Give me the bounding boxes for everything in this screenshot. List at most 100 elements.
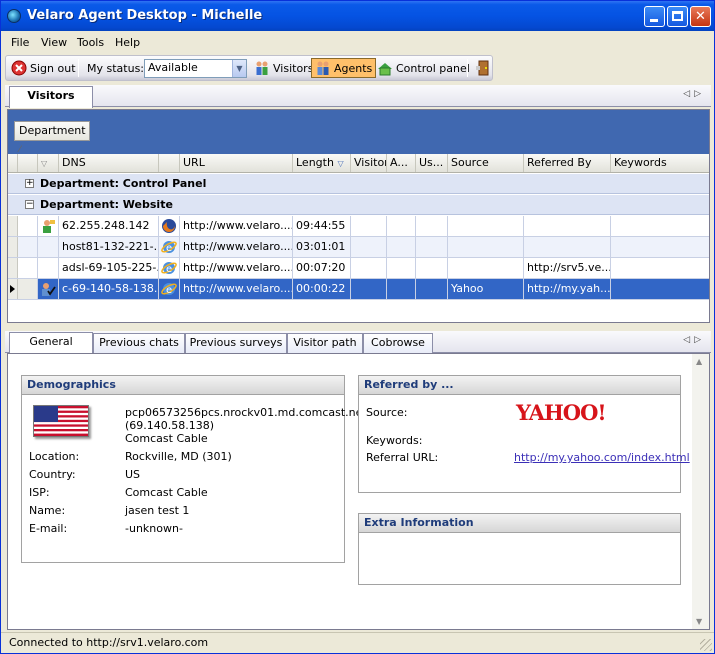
tab-scroll-arrows-icon[interactable]: ◁▷ (683, 335, 705, 345)
header-group-col (18, 154, 38, 172)
header-a[interactable]: A... (387, 154, 416, 172)
group-chip-department[interactable]: Department ⁄ (14, 121, 90, 155)
group-row-website[interactable]: − Department: Website (8, 195, 709, 215)
header-visitor[interactable]: Visitor (351, 154, 387, 172)
header-browser-col[interactable] (159, 154, 180, 172)
tab-scroll-arrows-icon[interactable]: ◁▷ (683, 89, 705, 99)
close-button[interactable]: ✕ (690, 6, 711, 27)
resize-grip-icon[interactable] (700, 639, 712, 651)
header-dns[interactable]: DNS (59, 154, 159, 172)
table-row-selected[interactable]: c-69-140-58-138.... e http://www.velaro.… (8, 279, 709, 300)
header-referred-by[interactable]: Referred By (524, 154, 611, 172)
host-name: pcp06573256pcs.nrockv01.md.comcast.net (125, 406, 367, 419)
menu-file[interactable]: File (11, 36, 29, 49)
tab-visitor-path[interactable]: Visitor path (287, 333, 363, 353)
grid-header: ▽ DNS URL Length ▽ Visitor A... Us... So… (8, 154, 709, 173)
control-panel-icon (377, 60, 393, 76)
control-panel-label: Control panel (396, 61, 470, 75)
row-selector[interactable] (8, 237, 18, 257)
header-url[interactable]: URL (180, 154, 293, 172)
email-label: E-mail: (29, 522, 68, 535)
visitors-button[interactable]: Visitors (251, 58, 316, 78)
isp-label: ISP: (29, 486, 50, 499)
row-selector[interactable] (8, 258, 18, 278)
menu-view[interactable]: View (41, 36, 67, 49)
menu-tools[interactable]: Tools (77, 36, 104, 49)
current-row-pointer-icon (10, 285, 15, 293)
table-row[interactable]: host81-132-221-... e http://www.velaro..… (8, 237, 709, 258)
cell-referred-by (524, 237, 611, 257)
app-window: Velaro Agent Desktop - Michelle ✕ File V… (0, 0, 715, 654)
row-selector[interactable] (8, 279, 18, 299)
minimize-button[interactable] (644, 6, 665, 27)
source-label: Source: (366, 406, 408, 419)
scroll-down-icon[interactable]: ▼ (696, 617, 702, 626)
cell-length: 03:01:01 (293, 237, 351, 257)
collapse-icon[interactable]: − (25, 200, 34, 209)
sign-out-button[interactable]: Sign out (8, 58, 79, 78)
svg-text:e: e (166, 264, 172, 275)
cell-referred-by (524, 216, 611, 236)
cell-visitor (351, 258, 387, 278)
isp-value: Comcast Cable (125, 486, 208, 499)
table-row[interactable]: adsl-69-105-225-... e http://www.velaro.… (8, 258, 709, 279)
cell-source: Yahoo (448, 279, 524, 299)
cell-length: 00:07:20 (293, 258, 351, 278)
maximize-button[interactable] (667, 6, 688, 27)
cell-url: http://www.velaro.... (180, 279, 293, 299)
location-label: Location: (29, 450, 80, 463)
header-source[interactable]: Source (448, 154, 524, 172)
header-keywords[interactable]: Keywords (611, 154, 709, 172)
toolbar-separator (467, 59, 468, 77)
group-row-control-panel[interactable]: + Department: Control Panel (8, 174, 709, 194)
cell-source (448, 216, 524, 236)
svg-text:e: e (166, 243, 172, 254)
cell-us (416, 279, 448, 299)
cell-url: http://www.velaro.... (180, 216, 293, 236)
status-dropdown[interactable]: Available ▼ (144, 59, 247, 78)
title-bar[interactable]: Velaro Agent Desktop - Michelle ✕ (1, 1, 714, 31)
cell-length: 00:00:22 (293, 279, 351, 299)
visitors-grid: Department ⁄ ▽ DNS URL Length ▽ Visitor … (7, 109, 710, 323)
header-icon-col[interactable]: ▽ (38, 154, 59, 172)
exit-door-button[interactable] (472, 58, 497, 78)
table-row[interactable]: 62.255.248.142 http://www.velaro.... 09:… (8, 216, 709, 237)
chevron-down-icon[interactable]: ▼ (232, 60, 246, 77)
status-empty (38, 258, 59, 278)
email-value: -unknown- (125, 522, 183, 535)
tab-previous-surveys[interactable]: Previous surveys (185, 333, 287, 353)
scroll-up-icon[interactable]: ▲ (696, 357, 702, 366)
expand-icon[interactable]: + (25, 179, 34, 188)
tab-cobrowse[interactable]: Cobrowse (363, 333, 433, 353)
row-selector[interactable] (8, 216, 18, 236)
tab-visitors[interactable]: Visitors (9, 86, 93, 108)
sign-out-icon (11, 60, 27, 76)
group-chip-label: Department (19, 124, 86, 137)
name-label: Name: (29, 504, 66, 517)
cell-a (387, 216, 416, 236)
detail-tab-strip: General Previous chats Previous surveys … (5, 331, 711, 354)
menu-help[interactable]: Help (115, 36, 140, 49)
visitors-icon (254, 60, 270, 76)
row-indent (18, 216, 38, 236)
tab-general[interactable]: General (9, 332, 93, 354)
cell-url: http://www.velaro.... (180, 237, 293, 257)
tab-previous-chats[interactable]: Previous chats (93, 333, 185, 353)
cell-a (387, 237, 416, 257)
country-label: Country: (29, 468, 76, 481)
host-ip: (69.140.58.138) (125, 419, 215, 432)
row-indent (18, 258, 38, 278)
row-indent (18, 279, 38, 299)
header-us[interactable]: Us... (416, 154, 448, 172)
agents-button[interactable]: Agents (311, 58, 377, 78)
app-globe-icon (7, 9, 21, 23)
cell-dns: c-69-140-58-138.... (59, 279, 159, 299)
control-panel-button[interactable]: Control panel (374, 58, 473, 78)
header-length[interactable]: Length ▽ (293, 154, 351, 172)
detail-vertical-scrollbar[interactable]: ▲ ▼ (692, 354, 709, 629)
svg-text:e: e (166, 285, 172, 296)
cell-us (416, 237, 448, 257)
referral-url-link[interactable]: http://my.yahoo.com/index.html (514, 451, 690, 464)
cell-visitor (351, 279, 387, 299)
minimize-icon (650, 19, 658, 22)
